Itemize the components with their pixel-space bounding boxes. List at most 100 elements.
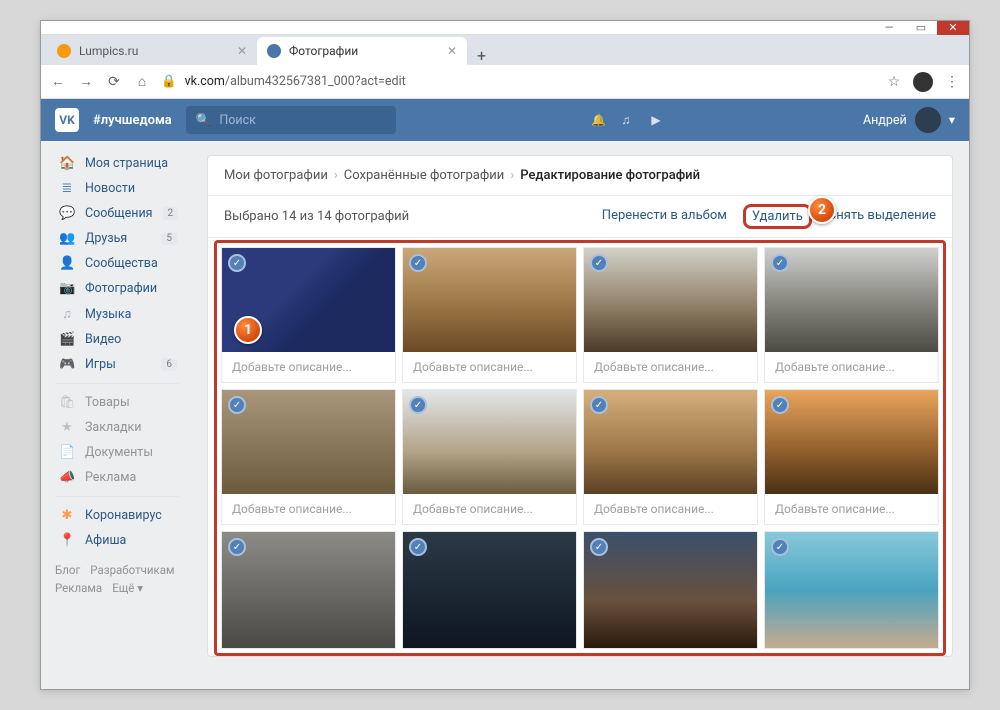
footer-link[interactable]: Блог — [55, 563, 80, 577]
sidebar-item-video[interactable]: 🎬Видео — [55, 327, 191, 352]
photo-item[interactable]: ✓ Добавьте описание... — [221, 247, 396, 383]
nav-reload-button[interactable]: ⟳ — [105, 74, 123, 90]
home-icon: 🏠 — [59, 156, 75, 171]
caption-input[interactable]: Добавьте описание... — [765, 494, 938, 524]
window-close[interactable]: ✕ — [937, 21, 969, 35]
caption-input[interactable]: Добавьте описание... — [222, 352, 395, 382]
sidebar-item-ads[interactable]: 📣Реклама — [55, 465, 191, 490]
check-icon[interactable]: ✓ — [228, 396, 246, 414]
check-icon[interactable]: ✓ — [409, 538, 427, 556]
breadcrumb-root[interactable]: Мои фотографии — [224, 168, 328, 183]
breadcrumb-current: Редактирование фотографий — [520, 168, 700, 183]
video-icon[interactable]: ▶ — [651, 113, 667, 127]
nav-home-button[interactable]: ⌂ — [133, 73, 151, 90]
sidebar-item-my-page[interactable]: 🏠Моя страница — [55, 151, 191, 176]
news-icon: ≣ — [59, 181, 75, 196]
caption-input[interactable]: Добавьте описание... — [403, 494, 576, 524]
sidebar-item-games[interactable]: 🎮Игры6 — [55, 352, 191, 377]
sidebar-item-events[interactable]: 📍Афиша — [55, 528, 191, 553]
check-icon[interactable]: ✓ — [228, 254, 246, 272]
check-icon[interactable]: ✓ — [590, 396, 608, 414]
sidebar-item-music[interactable]: ♫Музыка — [55, 301, 191, 327]
photo-item[interactable]: ✓ Добавьте описание... — [583, 247, 758, 383]
user-menu[interactable]: Андрей ▾ — [863, 107, 955, 133]
annotation-marker-2: 2 — [808, 196, 836, 224]
bookmark-star-icon[interactable]: ☆ — [885, 74, 903, 90]
sidebar-item-coronavirus[interactable]: ✱Коронавирус — [55, 503, 191, 528]
photo-item[interactable]: ✓ Добавьте описание... — [402, 247, 577, 383]
caption-input[interactable]: Добавьте описание... — [765, 352, 938, 382]
address-bar[interactable]: 🔒 vk.com/album432567381_000?act=edit — [161, 74, 875, 89]
browser-profile-avatar[interactable] — [913, 72, 933, 92]
photo-item[interactable]: ✓ — [764, 531, 939, 649]
sidebar-item-photos[interactable]: 📷 Фотографии — [55, 276, 191, 301]
sidebar-item-messages[interactable]: 💬Сообщения2 — [55, 201, 191, 226]
tab-close-icon[interactable]: ✕ — [237, 44, 247, 58]
sidebar-item-news[interactable]: ≣ Новости — [55, 176, 191, 201]
photo-item[interactable]: ✓ — [221, 531, 396, 649]
photo-item[interactable]: ✓ Добавьте описание... — [402, 389, 577, 525]
browser-window: — ▭ ✕ Lumpics.ru ✕ Фотографии ✕ + ← → ⟳ … — [40, 20, 970, 690]
photo-item[interactable]: ✓ — [583, 531, 758, 649]
badge-count: 6 — [161, 358, 177, 371]
check-icon[interactable]: ✓ — [771, 396, 789, 414]
nav-forward-button[interactable]: → — [77, 73, 95, 90]
photo-item[interactable]: ✓ Добавьте описание... — [764, 389, 939, 525]
sidebar-item-friends[interactable]: 👥Друзья5 — [55, 226, 191, 251]
sidebar-label: Закладки — [85, 420, 142, 435]
check-icon[interactable]: ✓ — [228, 538, 246, 556]
photo-item[interactable]: ✓ Добавьте описание... — [764, 247, 939, 383]
photo-item[interactable]: ✓ Добавьте описание... — [221, 389, 396, 525]
camera-icon: 📷 — [59, 281, 75, 296]
pin-icon: 📍 — [59, 533, 75, 548]
browser-toolbar: ← → ⟳ ⌂ 🔒 vk.com/album432567381_000?act=… — [41, 65, 969, 99]
footer-link[interactable]: Ещё ▾ — [112, 581, 143, 595]
tab-close-icon[interactable]: ✕ — [447, 44, 457, 58]
vk-body: 🏠Моя страница ≣ Новости 💬Сообщения2 👥Друз… — [41, 141, 969, 689]
new-tab-button[interactable]: + — [467, 46, 496, 65]
check-icon[interactable]: ✓ — [771, 538, 789, 556]
music-icon[interactable]: ♫ — [621, 113, 637, 127]
photo-item[interactable]: ✓ — [402, 531, 577, 649]
photo-item[interactable]: ✓ Добавьте описание... — [583, 389, 758, 525]
notifications-icon[interactable]: 🔔 — [591, 113, 607, 127]
tab-lumpics[interactable]: Lumpics.ru ✕ — [47, 37, 257, 65]
sidebar-item-documents[interactable]: 📄Документы — [55, 440, 191, 465]
sidebar-label: Сообщения — [85, 206, 153, 221]
favicon-icon — [267, 44, 281, 58]
window-maximize[interactable]: ▭ — [905, 21, 937, 35]
music-note-icon: ♫ — [59, 306, 75, 322]
caption-input[interactable]: Добавьте описание... — [584, 352, 757, 382]
vk-logo-icon[interactable]: VK — [55, 108, 79, 132]
caption-input[interactable]: Добавьте описание... — [403, 352, 576, 382]
check-icon[interactable]: ✓ — [590, 538, 608, 556]
browser-menu-icon[interactable]: ⋮ — [943, 74, 961, 90]
sidebar-item-market[interactable]: 🛍Товары — [55, 390, 191, 415]
search-input[interactable]: 🔍 Поиск — [186, 106, 396, 134]
sidebar-item-bookmarks[interactable]: ★Закладки — [55, 415, 191, 440]
check-icon[interactable]: ✓ — [409, 396, 427, 414]
check-icon[interactable]: ✓ — [590, 254, 608, 272]
footer-link[interactable]: Реклама — [55, 581, 102, 595]
sidebar-label: Новости — [85, 181, 135, 196]
tab-vk-photos[interactable]: Фотографии ✕ — [257, 37, 467, 65]
delete-link[interactable]: Удалить — [752, 209, 803, 224]
move-to-album-link[interactable]: Перенести в альбом — [602, 208, 727, 225]
window-minimize[interactable]: — — [873, 21, 905, 35]
url-path: /album432567381_000?act=edit — [225, 74, 406, 89]
virus-icon: ✱ — [59, 508, 75, 523]
check-icon[interactable]: ✓ — [771, 254, 789, 272]
sidebar-label: Сообщества — [85, 256, 158, 271]
sidebar-item-communities[interactable]: 👤Сообщества — [55, 251, 191, 276]
check-icon[interactable]: ✓ — [409, 254, 427, 272]
nav-back-button[interactable]: ← — [49, 73, 67, 90]
caption-input[interactable]: Добавьте описание... — [222, 494, 395, 524]
deselect-link[interactable]: Снять выделение — [828, 208, 936, 225]
sidebar-label: Видео — [85, 332, 121, 347]
caption-input[interactable]: Добавьте описание... — [584, 494, 757, 524]
breadcrumb-album[interactable]: Сохранённые фотографии — [344, 168, 505, 183]
sidebar-label: Фотографии — [85, 281, 157, 296]
megaphone-icon: 📣 — [59, 470, 75, 485]
footer-link[interactable]: Разработчикам — [90, 563, 174, 577]
vk-hashtag[interactable]: #лучшедома — [93, 113, 172, 128]
